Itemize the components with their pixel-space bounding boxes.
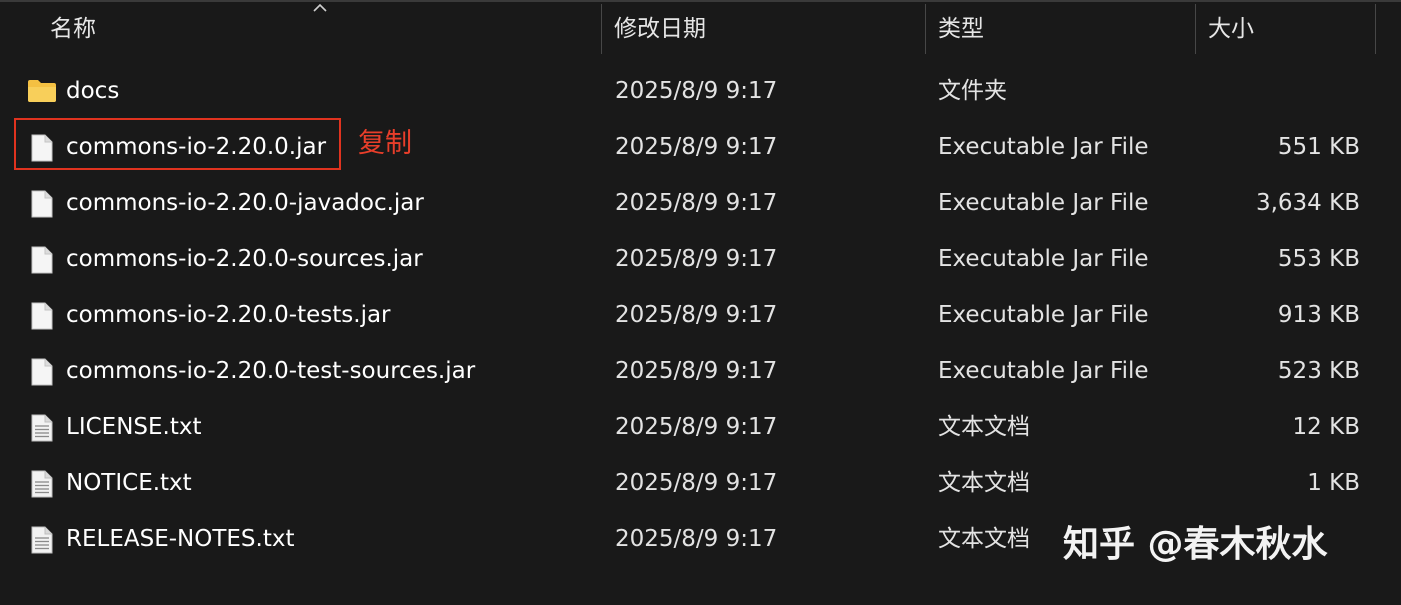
sort-up-icon [313,3,327,12]
file-date: 2025/8/9 9:17 [615,526,778,552]
file-icon [31,190,53,218]
file-date: 2025/8/9 9:17 [615,302,778,328]
file-date: 2025/8/9 9:17 [615,190,778,216]
file-size: 523 KB [1277,358,1360,384]
file-icon [31,302,53,330]
column-divider[interactable] [1195,4,1196,54]
text-file-icon [31,470,53,498]
column-header-type[interactable]: 类型 [938,2,984,54]
file-type: Executable Jar File [938,302,1149,328]
file-name[interactable]: LICENSE.txt [66,399,201,455]
file-date: 2025/8/9 9:17 [615,246,778,272]
file-size: 3,634 KB [1255,190,1360,216]
file-row[interactable]: commons-io-2.20.0-test-sources.jar 2025/8… [0,343,1401,399]
folder-icon [28,80,56,102]
column-header-name[interactable]: 名称 [50,2,96,54]
file-name[interactable]: RELEASE-NOTES.txt [66,511,294,567]
text-file-icon [31,414,53,442]
file-size: 553 KB [1277,246,1360,272]
file-type: Executable Jar File [938,246,1149,272]
file-size: 1 KB [1307,470,1360,496]
file-type: Executable Jar File [938,190,1149,216]
watermark: 知乎 @春木秋水 [1063,524,1328,565]
file-size: 12 KB [1292,414,1360,440]
file-date: 2025/8/9 9:17 [615,78,778,104]
file-date: 2025/8/9 9:17 [615,470,778,496]
file-explorer-window: 名称 修改日期 类型 大小 docs 2025/8/9 9:17 文件夹 common… [0,0,1401,605]
file-type: 文本文档 [938,414,1030,440]
file-size: 913 KB [1277,302,1360,328]
file-name[interactable]: NOTICE.txt [66,455,192,511]
column-divider[interactable] [925,4,926,54]
file-row[interactable]: commons-io-2.20.0-javadoc.jar 2025/8/9 9:… [0,175,1401,231]
file-size: 551 KB [1277,134,1360,160]
column-divider[interactable] [601,4,602,54]
file-name[interactable]: commons-io-2.20.0-javadoc.jar [66,175,424,231]
file-date: 2025/8/9 9:17 [615,414,778,440]
file-row[interactable]: commons-io-2.20.0-tests.jar 2025/8/9 9:17… [0,287,1401,343]
column-divider[interactable] [1375,4,1376,54]
file-row[interactable]: commons-io-2.20.0-sources.jar 2025/8/9 9:… [0,231,1401,287]
file-icon [31,358,53,386]
column-header-size[interactable]: 大小 [1208,2,1254,54]
file-type: 文件夹 [938,78,1007,104]
annotation-label: 复制 [358,128,412,159]
file-icon [31,246,53,274]
file-type: 文本文档 [938,470,1030,496]
file-row[interactable]: LICENSE.txt 2025/8/9 9:17 文本文档 12 KB [0,399,1401,455]
file-date: 2025/8/9 9:17 [615,134,778,160]
file-type: Executable Jar File [938,358,1149,384]
text-file-icon [31,526,53,554]
file-name[interactable]: commons-io-2.20.0-test-sources.jar [66,343,475,399]
column-header-date[interactable]: 修改日期 [614,2,706,54]
file-name[interactable]: commons-io-2.20.0-sources.jar [66,231,423,287]
file-name[interactable]: docs [66,63,119,119]
file-name[interactable]: commons-io-2.20.0-tests.jar [66,287,391,343]
file-date: 2025/8/9 9:17 [615,358,778,384]
file-type: Executable Jar File [938,134,1149,160]
highlight-box [14,118,341,170]
file-row[interactable]: NOTICE.txt 2025/8/9 9:17 文本文档 1 KB [0,455,1401,511]
file-type: 文本文档 [938,526,1030,552]
file-row[interactable]: docs 2025/8/9 9:17 文件夹 [0,63,1401,119]
column-header-bar: 名称 修改日期 类型 大小 [0,2,1401,58]
